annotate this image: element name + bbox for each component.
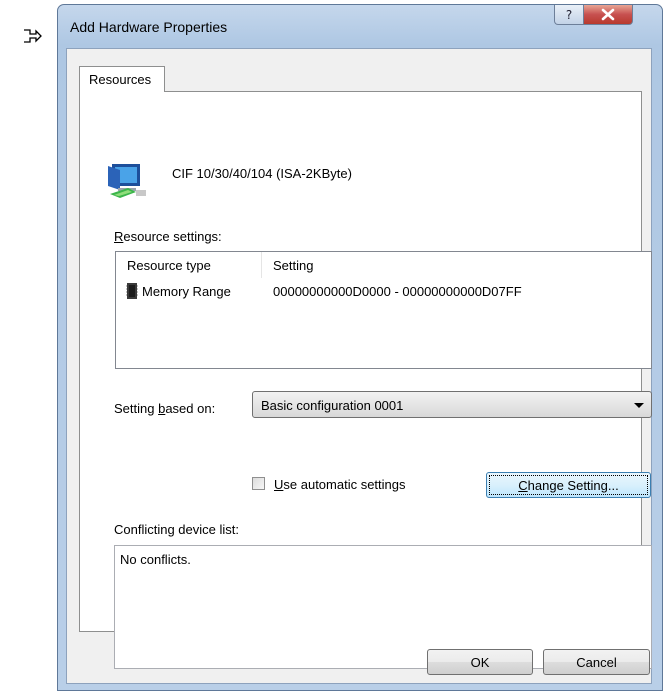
device-name: CIF 10/30/40/104 (ISA-2KByte) (172, 166, 352, 181)
column-header-resource-type[interactable]: Resource type (116, 252, 262, 278)
network-device-icon (108, 164, 146, 198)
help-icon: ? (566, 8, 572, 22)
resources-tab-panel: CIF 10/30/40/104 (ISA-2KByte) Resource s… (79, 91, 652, 669)
chevron-down-icon (634, 403, 644, 408)
window-title: Add Hardware Properties (70, 19, 228, 35)
cancel-button[interactable]: Cancel (543, 649, 650, 675)
table-row[interactable]: Memory Range 00000000000D0000 - 00000000… (116, 280, 651, 302)
resource-type-cell: Memory Range (142, 284, 231, 299)
tab-resources[interactable]: Resources (79, 66, 165, 92)
change-setting-button[interactable]: Change Setting... (486, 472, 651, 498)
use-automatic-settings-checkbox[interactable] (252, 477, 265, 490)
resource-settings-label: Resource settings: (114, 229, 222, 244)
column-header-setting[interactable]: Setting (262, 252, 650, 278)
conflicting-device-list-label: Conflicting device list: (114, 522, 239, 537)
configuration-select[interactable]: Basic configuration 0001 (252, 391, 652, 418)
dialog-window: Add Hardware Properties ? Resources CIF … (57, 4, 663, 691)
resource-settings-table[interactable]: Resource type Setting Memory Range 00000… (115, 251, 652, 369)
setting-based-on-label: Setting based on: (114, 401, 216, 416)
close-button[interactable] (583, 5, 633, 25)
configuration-value: Basic configuration 0001 (261, 398, 404, 413)
ok-button[interactable]: OK (427, 649, 533, 675)
conflicts-text: No conflicts. (120, 552, 191, 567)
dialog-client-area: Resources CIF 10/30/40/104 (ISA-2KByte) … (66, 48, 652, 684)
step-arrow-icon (24, 29, 42, 43)
setting-cell: 00000000000D0000 - 00000000000D07FF (273, 284, 522, 299)
use-automatic-settings-label[interactable]: Use automatic settings (274, 477, 406, 492)
help-button[interactable]: ? (554, 5, 584, 25)
close-icon (601, 8, 615, 21)
memory-chip-icon (126, 283, 138, 299)
svg-text:?: ? (566, 8, 572, 22)
